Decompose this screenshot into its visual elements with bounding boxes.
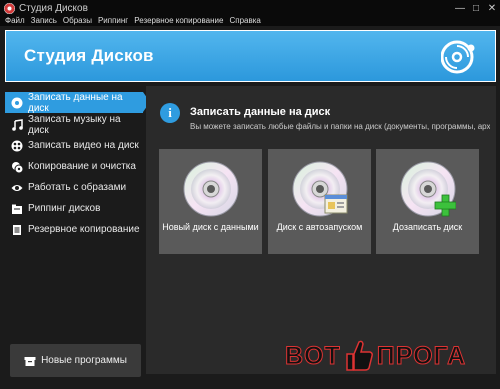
sidebar-item-label: Записать данные на диск [28,91,123,114]
info-icon: i [160,103,180,123]
content-panel: i Записать данные на диск Вы можете запи… [146,86,496,374]
tile-label: Дозаписать диск [392,222,463,232]
box-icon [24,355,36,367]
sidebar-item-label: Работать с образами [28,182,127,193]
video-reel-icon [11,140,23,152]
tile-append-disc[interactable]: Дозаписать диск [376,149,479,254]
sidebar-item-images[interactable]: Работать с образами [5,177,143,198]
disc-logo-icon [441,40,475,74]
sidebar-item-label: Копирование и очистка [28,161,136,172]
window-title: Студия Дисков [19,2,88,14]
disc-autorun-icon [292,161,348,217]
music-note-icon [11,118,23,131]
new-programs-label: Новые программы [41,355,127,366]
header-title: Студия Дисков [24,46,154,65]
copy-disc-icon [11,161,23,173]
content-description: Вы можете записать любые файлы и папки н… [190,122,490,131]
app-header: Студия Дисков [5,30,496,82]
document-icon [11,224,23,236]
maximize-button[interactable]: □ [468,0,484,16]
menu-ripping[interactable]: Риппинг [98,16,128,26]
sidebar-item-label: Записать музыку на диск [28,113,121,136]
sidebar-item-burn-video[interactable]: Записать видео на диск [5,135,143,156]
sidebar-item-burn-data[interactable]: Записать данные на диск [5,91,150,114]
data-disc-icon [11,97,23,109]
eye-icon [11,182,23,194]
window-controls: — □ ✕ [452,0,500,16]
sidebar-item-burn-music[interactable]: Записать музыку на диск [5,113,143,136]
sidebar-item-copy-erase[interactable]: Копирование и очистка [5,156,143,177]
sidebar-item-backup[interactable]: Резервное копирование [5,219,143,240]
disc-add-icon [400,161,456,217]
watermark-text-bot: BOT [285,341,341,370]
menu-bar: Файл Запись Образы Риппинг Резервное коп… [0,16,500,26]
content-title: Записать данные на диск [190,106,331,118]
menu-images[interactable]: Образы [63,16,92,26]
sidebar-item-label: Риппинг дисков [28,203,101,214]
folder-icon [11,203,23,215]
watermark-text-proga: ПРОГА [376,341,467,370]
tile-autorun-disc[interactable]: Диск с автозапуском [268,149,371,254]
sidebar: Записать данные на диск Записать музыку … [5,86,150,384]
thumbs-up-icon [346,340,373,371]
sidebar-item-ripping[interactable]: Риппинг дисков [5,198,143,219]
menu-record[interactable]: Запись [31,16,57,26]
sidebar-item-label: Записать видео на диск [28,140,139,151]
app-disc-icon [4,2,15,14]
tile-label: Новый диск с данными [162,222,259,232]
menu-backup[interactable]: Резервное копирование [134,16,223,26]
watermark: BOT ПРОГА [285,336,466,376]
tile-new-data-disc[interactable]: Новый диск с данными [159,149,262,254]
title-bar: Студия Дисков — □ ✕ [0,0,500,16]
menu-help[interactable]: Справка [229,16,260,26]
new-programs-button[interactable]: Новые программы [10,344,141,377]
minimize-button[interactable]: — [452,0,468,16]
sidebar-item-label: Резервное копирование [28,224,140,235]
disc-icon [183,161,239,217]
tile-label: Диск с автозапуском [276,222,363,232]
close-button[interactable]: ✕ [484,0,500,16]
menu-file[interactable]: Файл [5,16,25,26]
